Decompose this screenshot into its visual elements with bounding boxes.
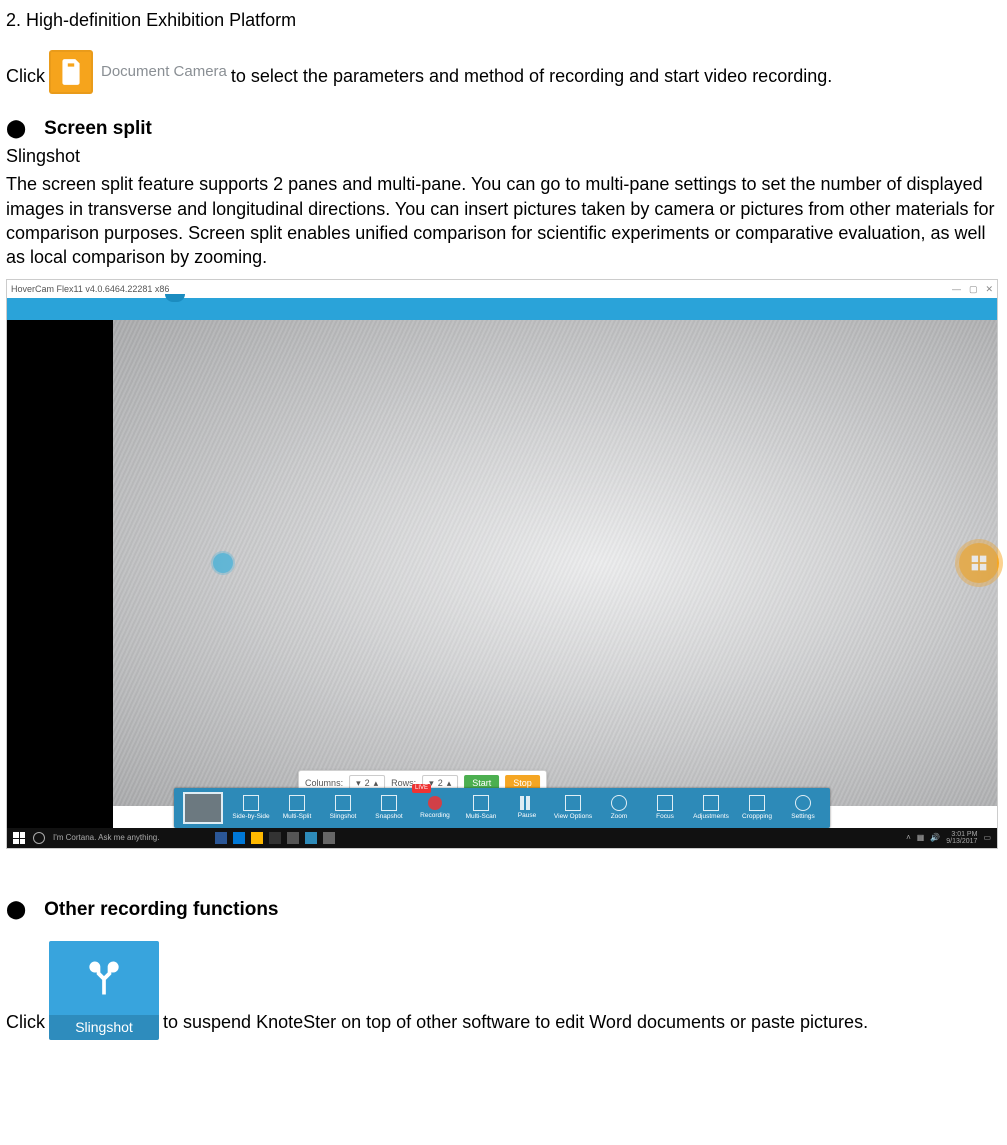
store-icon[interactable] — [269, 832, 281, 844]
toolbar-snapshot[interactable]: Snapshot — [366, 790, 412, 826]
toolbar-cropping[interactable]: Croppping — [734, 790, 780, 826]
section-heading: 2. High-definition Exhibition Platform — [6, 8, 1001, 32]
bullet-subtitle-slingshot: Slingshot — [6, 144, 1001, 168]
toolbar-zoom[interactable]: Zoom — [596, 790, 642, 826]
click-suffix: to select the parameters and method of r… — [231, 64, 832, 94]
toolbar-side-by-side[interactable]: Side-by-Side — [228, 790, 274, 826]
toolbar-multi-split[interactable]: Multi-Split — [274, 790, 320, 826]
clock-time: 3:01 PM — [946, 831, 977, 838]
toolbar-settings[interactable]: Settings — [780, 790, 826, 826]
screen-split-description: The screen split feature supports 2 pane… — [6, 172, 1001, 269]
toolbar-multi-scan[interactable]: Multi-Scan — [458, 790, 504, 826]
bullet-title-other-recording: Other recording functions — [44, 897, 278, 923]
minimize-icon[interactable]: — — [952, 283, 961, 295]
toolbar-recording[interactable]: Recording — [412, 790, 458, 826]
bullet-title-screen-split: Screen split — [44, 116, 152, 142]
document-camera-label: Document Camera — [101, 62, 227, 82]
app-icon[interactable] — [287, 832, 299, 844]
app2-icon[interactable] — [323, 832, 335, 844]
recording-badge: LIVE — [412, 784, 431, 792]
left-black-pane — [7, 320, 113, 828]
side-action-badge[interactable] — [959, 543, 999, 583]
toolbar-pause[interactable]: Pause — [504, 790, 550, 826]
bullet-marker-icon: ⬤ — [6, 900, 26, 918]
toolbar-slingshot[interactable]: Slingshot — [320, 790, 366, 826]
cortana-icon[interactable] — [33, 832, 45, 844]
cortana-text[interactable]: I'm Cortana. Ask me anything. — [53, 833, 159, 844]
slingshot-icon — [82, 956, 126, 1000]
app-screenshot: HoverCam Flex11 v4.0.6464.22281 x86 — ▢ … — [6, 279, 998, 849]
window-controls[interactable]: — ▢ ✕ — [952, 283, 993, 295]
click-slingshot-row: Click Slingshot to suspend KnoteSter on … — [6, 941, 1001, 1040]
explorer-icon[interactable] — [251, 832, 263, 844]
toolbar-adjustments[interactable]: Adjustments — [688, 790, 734, 826]
action-center-icon[interactable]: ▭ — [983, 833, 991, 844]
left-handle-icon[interactable] — [213, 553, 233, 573]
window-titlebar: HoverCam Flex11 v4.0.6464.22281 x86 — ▢ … — [7, 280, 997, 298]
bullet-marker-icon: ⬤ — [6, 119, 26, 137]
app-topbar — [7, 298, 997, 320]
taskview-icon[interactable] — [215, 832, 227, 844]
taskbar-tray[interactable]: ˄ ▦ 🔊 3:01 PM 9/13/2017 ▭ — [906, 831, 991, 845]
volume-icon[interactable]: 🔊 — [930, 833, 940, 844]
hovercam-icon[interactable] — [305, 832, 317, 844]
click-prefix: Click — [6, 64, 45, 94]
window-title: HoverCam Flex11 v4.0.6464.22281 x86 — [11, 283, 169, 295]
slingshot-button[interactable]: Slingshot — [49, 941, 159, 1040]
maximize-icon[interactable]: ▢ — [969, 283, 978, 295]
click-doccam-row: Click Document Camera to select the para… — [6, 50, 1001, 94]
click-suffix-2: to suspend KnoteSter on top of other sof… — [163, 1010, 868, 1040]
slingshot-label: Slingshot — [49, 1015, 159, 1040]
windows-start-icon[interactable] — [13, 832, 25, 844]
close-icon[interactable]: ✕ — [985, 283, 993, 295]
bottom-toolbar: Side-by-Side Multi-Split Slingshot Snaps… — [174, 788, 830, 828]
document-camera-chip[interactable]: Document Camera — [49, 50, 227, 94]
toolbar-view-options[interactable]: View Options — [550, 790, 596, 826]
toolbar-preview[interactable] — [178, 790, 228, 826]
bullet-screen-split: ⬤ Screen split — [6, 116, 1001, 142]
network-icon[interactable]: ▦ — [917, 833, 925, 844]
click-prefix-2: Click — [6, 1010, 45, 1040]
edge-icon[interactable] — [233, 832, 245, 844]
taskbar-apps[interactable] — [215, 832, 335, 844]
windows-taskbar: I'm Cortana. Ask me anything. ˄ ▦ 🔊 3:01… — [7, 828, 997, 848]
chevron-up-icon[interactable]: ˄ — [906, 833, 911, 844]
document-camera-icon — [49, 50, 93, 94]
clock-date: 9/13/2017 — [946, 838, 977, 845]
camera-view — [113, 320, 997, 806]
bullet-other-recording: ⬤ Other recording functions — [6, 897, 1001, 923]
toolbar-focus[interactable]: Focus — [642, 790, 688, 826]
